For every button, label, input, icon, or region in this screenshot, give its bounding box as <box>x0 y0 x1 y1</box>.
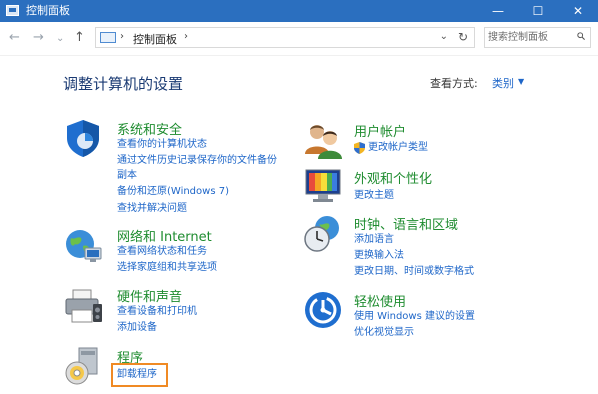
link-homegroup-sharing[interactable]: 选择家庭组和共享选项 <box>117 261 217 274</box>
category-title[interactable]: 用户帐户 <box>354 121 406 140</box>
category-title[interactable]: 系统和安全 <box>117 119 182 138</box>
link-recommended-settings[interactable]: 使用 Windows 建议的设置 <box>354 310 475 323</box>
forward-button[interactable]: → <box>33 30 44 46</box>
breadcrumb-control-panel[interactable]: 控制面板 <box>133 31 177 47</box>
link-view-computer-status[interactable]: 查看你的计算机状态 <box>117 138 207 151</box>
link-change-date-time-format[interactable]: 更改日期、时间或数字格式 <box>354 265 474 278</box>
link-uninstall-program[interactable]: 卸载程序 <box>117 368 157 381</box>
network-globe-icon[interactable] <box>63 226 103 266</box>
link-change-account-type[interactable]: 更改帐户类型 <box>354 141 428 154</box>
monitor-personalization-icon[interactable] <box>303 166 343 206</box>
link-add-device[interactable]: 添加设备 <box>117 321 157 334</box>
refresh-icon[interactable]: ↻ <box>458 30 468 44</box>
category-user-accounts: 用户帐户 更改帐户类型 <box>303 120 583 160</box>
up-button[interactable]: ↑ <box>74 30 85 46</box>
category-title[interactable]: 时钟、语言和区域 <box>354 214 458 233</box>
link-network-status[interactable]: 查看网络状态和任务 <box>117 245 207 258</box>
maximize-button[interactable]: ☐ <box>518 0 558 22</box>
link-troubleshoot[interactable]: 查找并解决问题 <box>117 202 187 215</box>
category-title[interactable]: 硬件和声音 <box>117 286 182 305</box>
category-title[interactable]: 外观和个性化 <box>354 168 432 187</box>
category-appearance: 外观和个性化 更改主题 <box>303 166 583 206</box>
user-accounts-icon[interactable] <box>303 120 343 160</box>
close-button[interactable]: ✕ <box>558 0 598 22</box>
back-button[interactable]: ← <box>9 30 20 46</box>
link-optimize-visual-display[interactable]: 优化视觉显示 <box>354 326 414 339</box>
printer-icon[interactable] <box>63 286 103 326</box>
view-by-dropdown[interactable]: 类别 <box>492 75 514 91</box>
chevron-down-icon[interactable]: ▼ <box>518 77 524 86</box>
link-file-history-backup[interactable]: 通过文件历史记录保存你的文件备份 <box>117 154 277 167</box>
breadcrumb-separator-icon[interactable]: › <box>184 31 188 42</box>
link-change-input-method[interactable]: 更换输入法 <box>354 249 404 262</box>
category-hardware-sound: 硬件和声音 查看设备和打印机 添加设备 <box>63 286 303 336</box>
address-bar-row: ← → ⌄ ↑ › 控制面板 › ⌄ ↻ <box>0 22 598 56</box>
search-input[interactable] <box>488 30 568 44</box>
address-bar[interactable]: › 控制面板 › ⌄ ↻ <box>95 27 475 48</box>
link-add-language[interactable]: 添加语言 <box>354 233 394 246</box>
page-title: 调整计算机的设置 <box>63 75 184 93</box>
link-change-theme[interactable]: 更改主题 <box>354 189 394 202</box>
control-panel-icon <box>6 5 19 16</box>
category-system-security: 系统和安全 查看你的计算机状态 通过文件历史记录保存你的文件备份 副本 备份和还… <box>63 118 303 218</box>
search-box[interactable] <box>484 27 591 48</box>
category-programs: 程序 卸载程序 <box>63 346 303 392</box>
title-bar: 控制面板 — ☐ ✕ <box>0 0 598 22</box>
category-clock-language-region: 时钟、语言和区域 添加语言 更换输入法 更改日期、时间或数字格式 <box>303 214 583 277</box>
link-backup-restore[interactable]: 备份和还原(Windows 7) <box>117 185 229 198</box>
search-icon[interactable] <box>577 32 585 40</box>
link-file-history-backup-cont[interactable]: 副本 <box>117 169 137 182</box>
programs-disc-icon[interactable] <box>63 346 103 386</box>
control-panel-icon <box>100 32 116 43</box>
link-devices-printers[interactable]: 查看设备和打印机 <box>117 305 197 318</box>
breadcrumb-separator-icon[interactable]: › <box>120 31 124 42</box>
ease-of-access-icon[interactable] <box>303 290 343 330</box>
security-shield-icon[interactable] <box>63 118 103 158</box>
uac-shield-icon <box>354 142 365 154</box>
category-title[interactable]: 轻松使用 <box>354 291 406 310</box>
link-label: 更改帐户类型 <box>368 142 428 153</box>
view-by-label: 查看方式: <box>430 77 478 90</box>
minimize-button[interactable]: — <box>478 0 518 22</box>
address-dropdown-icon[interactable]: ⌄ <box>440 31 448 42</box>
category-network-internet: 网络和 Internet 查看网络状态和任务 选择家庭组和共享选项 <box>63 226 303 276</box>
window-title: 控制面板 <box>26 4 70 17</box>
clock-globe-icon[interactable] <box>303 214 343 254</box>
category-title[interactable]: 网络和 Internet <box>117 226 212 245</box>
category-ease-of-access: 轻松使用 使用 Windows 建议的设置 优化视觉显示 <box>303 290 583 340</box>
recent-locations-dropdown[interactable]: ⌄ <box>56 31 64 47</box>
